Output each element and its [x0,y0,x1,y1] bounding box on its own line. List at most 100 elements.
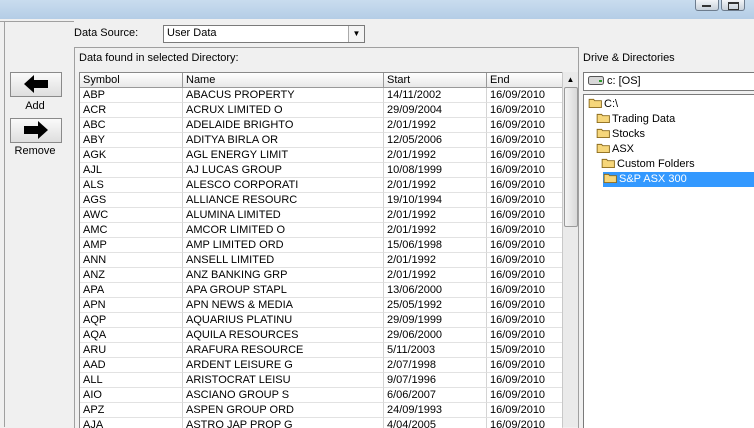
name-cell: ARISTOCRAT LEISU [183,373,384,388]
table-row[interactable]: APA APA GROUP STAPL 13/06/2000 16/09/2010 [80,283,563,298]
column-header-start[interactable]: Start [384,73,487,88]
name-cell: ALLIANCE RESOURC [183,193,384,208]
name-cell: ANSELL LIMITED [183,253,384,268]
name-cell: ALESCO CORPORATI [183,178,384,193]
data-source-value: User Data [167,27,217,39]
scroll-up-icon[interactable]: ▲ [563,72,578,87]
folder-icon [596,143,610,153]
tree-node-label: Trading Data [612,113,676,125]
folder-icon [596,113,610,123]
folder-icon [601,158,615,168]
end-cell: 16/09/2010 [487,163,563,178]
end-cell: 16/09/2010 [487,328,563,343]
start-cell: 2/01/1992 [384,223,487,238]
table-row[interactable]: AJL AJ LUCAS GROUP 10/08/1999 16/09/2010 [80,163,563,178]
symbol-cell: ALL [80,373,183,388]
start-cell: 5/11/2003 [384,343,487,358]
start-cell: 2/07/1998 [384,358,487,373]
name-cell: AJ LUCAS GROUP [183,163,384,178]
symbol-cell: ABC [80,118,183,133]
symbol-cell: AMC [80,223,183,238]
table-row[interactable]: AMC AMCOR LIMITED O 2/01/1992 16/09/2010 [80,223,563,238]
end-cell: 16/09/2010 [487,223,563,238]
table-scrollbar[interactable]: ▲ [562,72,578,427]
symbol-cell: AJL [80,163,183,178]
tree-node-label: Custom Folders [617,158,695,170]
end-cell: 16/09/2010 [487,373,563,388]
add-button[interactable] [10,72,62,97]
drive-value: c: [OS] [607,75,641,87]
table-row[interactable]: ABY ADITYA BIRLA OR 12/05/2006 16/09/2010 [80,133,563,148]
start-cell: 12/05/2006 [384,133,487,148]
folder-icon [603,173,617,183]
end-cell: 16/09/2010 [487,358,563,373]
table-row[interactable]: AQP AQUARIUS PLATINU 29/09/1999 16/09/2010 [80,313,563,328]
name-cell: AQUILA RESOURCES [183,328,384,343]
directory-tree: C:\ Trading Data Stocks ASX Custom Folders S&… [583,94,754,428]
name-cell: ARAFURA RESOURCE [183,343,384,358]
start-cell: 2/01/1992 [384,118,487,133]
column-header-symbol[interactable]: Symbol [80,73,183,88]
name-cell: APN NEWS & MEDIA [183,298,384,313]
start-cell: 29/06/2000 [384,328,487,343]
start-cell: 9/07/1996 [384,373,487,388]
table-row[interactable]: AQA AQUILA RESOURCES 29/06/2000 16/09/2010 [80,328,563,343]
table-row[interactable]: APN APN NEWS & MEDIA 25/05/1992 16/09/2010 [80,298,563,313]
table-row[interactable]: AGS ALLIANCE RESOURC 19/10/1994 16/09/2010 [80,193,563,208]
tree-node[interactable]: Trading Data [596,112,675,127]
tree-node[interactable]: Custom Folders [601,157,695,172]
table-row[interactable]: ABC ADELAIDE BRIGHTO 2/01/1992 16/09/2010 [80,118,563,133]
tree-node-label: ASX [612,143,635,155]
tree-node[interactable]: ASX [596,142,634,157]
remove-button[interactable] [10,118,62,143]
tree-node[interactable]: Stocks [596,127,645,142]
table-row[interactable]: APZ ASPEN GROUP ORD 24/09/1993 16/09/2010 [80,403,563,418]
chevron-down-icon[interactable]: ▼ [348,26,364,42]
table-row[interactable]: AIO ASCIANO GROUP S 6/06/2007 16/09/2010 [80,388,563,403]
symbol-cell: ANN [80,253,183,268]
table-row[interactable]: AWC ALUMINA LIMITED 2/01/1992 16/09/2010 [80,208,563,223]
end-cell: 16/09/2010 [487,88,563,103]
name-cell: ALUMINA LIMITED [183,208,384,223]
table-row[interactable]: AAD ARDENT LEISURE G 2/07/1998 16/09/2010 [80,358,563,373]
end-cell: 16/09/2010 [487,268,563,283]
restore-icon[interactable] [721,0,745,11]
tree-node[interactable]: S&P ASX 300 [603,172,754,187]
column-header-end[interactable]: End [487,73,563,88]
table-row[interactable]: ABP ABACUS PROPERTY 14/11/2002 16/09/2010 [80,88,563,103]
drive-select[interactable]: c: [OS] [583,72,754,91]
arrow-right-icon [24,121,48,139]
name-cell: ASCIANO GROUP S [183,388,384,403]
table-row[interactable]: ARU ARAFURA RESOURCE 5/11/2003 15/09/2010 [80,343,563,358]
scrollbar-thumb[interactable] [564,87,578,227]
tree-node[interactable]: C:\ [588,97,618,112]
table-row[interactable]: AGK AGL ENERGY LIMIT 2/01/1992 16/09/2010 [80,148,563,163]
end-cell: 16/09/2010 [487,313,563,328]
table-row[interactable]: AMP AMP LIMITED ORD 15/06/1998 16/09/2010 [80,238,563,253]
symbol-cell: APA [80,283,183,298]
data-source-select[interactable]: User Data ▼ [163,25,365,43]
table-row[interactable]: ANZ ANZ BANKING GRP 2/01/1992 16/09/2010 [80,268,563,283]
left-splitter[interactable] [0,22,5,427]
start-cell: 14/11/2002 [384,88,487,103]
name-cell: AMCOR LIMITED O [183,223,384,238]
minimize-icon[interactable] [695,0,719,11]
end-cell: 16/09/2010 [487,298,563,313]
table-row[interactable]: ANN ANSELL LIMITED 2/01/1992 16/09/2010 [80,253,563,268]
end-cell: 16/09/2010 [487,253,563,268]
end-cell: 16/09/2010 [487,193,563,208]
symbol-cell: AMP [80,238,183,253]
start-cell: 2/01/1992 [384,253,487,268]
table-row[interactable]: ALL ARISTOCRAT LEISU 9/07/1996 16/09/2010 [80,373,563,388]
name-cell: ADELAIDE BRIGHTO [183,118,384,133]
symbol-cell: AWC [80,208,183,223]
start-cell: 29/09/2004 [384,103,487,118]
table-row[interactable]: ACR ACRUX LIMITED O 29/09/2004 16/09/2010 [80,103,563,118]
end-cell: 16/09/2010 [487,208,563,223]
name-cell: APA GROUP STAPL [183,283,384,298]
table-row[interactable]: ALS ALESCO CORPORATI 2/01/1992 16/09/2010 [80,178,563,193]
symbol-cell: AAD [80,358,183,373]
column-header-name[interactable]: Name [183,73,384,88]
name-cell: AQUARIUS PLATINU [183,313,384,328]
symbol-cell: APZ [80,403,183,418]
